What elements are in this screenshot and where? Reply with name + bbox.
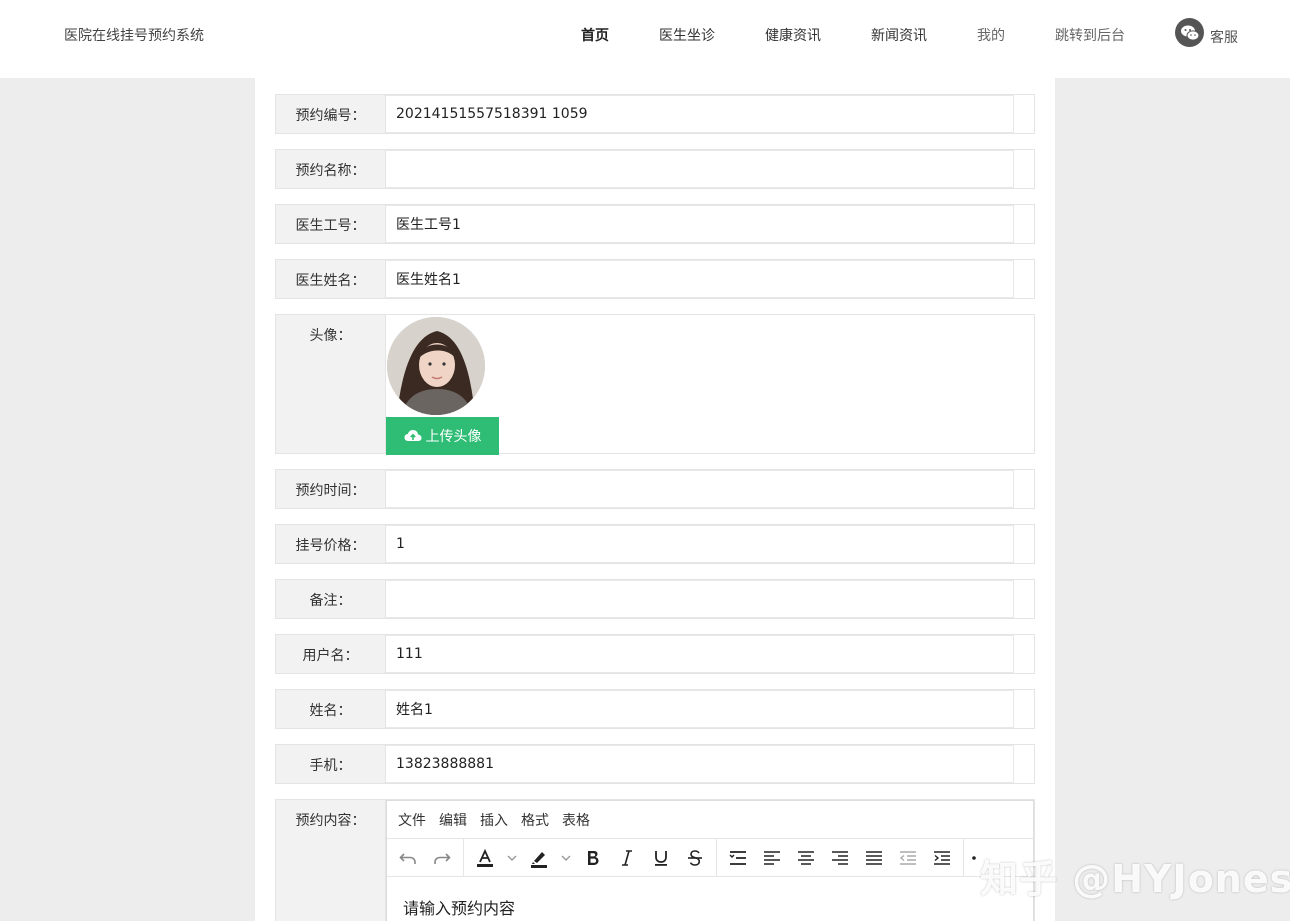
align-left-icon[interactable]: [755, 843, 789, 873]
undo-icon[interactable]: [391, 843, 425, 873]
row-appointment-name: 预约名称：: [275, 149, 1035, 189]
doctor-name-field[interactable]: 医生姓名1: [386, 260, 1014, 298]
row-avatar: 头像： 上传头像: [275, 314, 1035, 455]
row-phone: 手机： 13823888881: [275, 744, 1035, 784]
upload-avatar-label: 上传头像: [425, 429, 482, 445]
outdent-icon[interactable]: [891, 843, 925, 873]
label-appointment-name: 预约名称：: [276, 150, 386, 188]
row-price: 挂号价格： 1: [275, 524, 1035, 564]
site-brand[interactable]: 医院在线挂号预约系统: [64, 25, 204, 45]
label-doctor-id: 医生工号：: [276, 205, 386, 243]
phone-field[interactable]: 13823888881: [386, 745, 1014, 783]
text-color-icon[interactable]: [468, 843, 502, 873]
nav-news[interactable]: 新闻资讯: [871, 25, 927, 45]
zhihu-watermark: 知乎 @HYJones: [980, 857, 1290, 901]
editor-menubar: 文件 编辑 插入 格式 表格: [387, 801, 1033, 839]
row-content: 预约内容： 文件 编辑 插入 格式 表格 请输入预约内容: [275, 799, 1035, 921]
editor-content-area[interactable]: 请输入预约内容: [387, 877, 1033, 921]
menu-file[interactable]: 文件: [398, 810, 426, 830]
menu-insert[interactable]: 插入: [480, 810, 508, 830]
label-realname: 姓名：: [276, 690, 386, 728]
label-appointment-time: 预约时间：: [276, 470, 386, 508]
appointment-no-field[interactable]: 20214151557518391 1059: [386, 95, 1014, 133]
form-panel: 预约编号： 20214151557518391 1059 预约名称： 医生工号：…: [255, 78, 1055, 921]
customer-service-label: 客服: [1210, 30, 1238, 46]
row-appointment-no: 预约编号： 20214151557518391 1059: [275, 94, 1035, 134]
doctor-id-field[interactable]: 医生工号1: [386, 205, 1014, 243]
row-appointment-time: 预约时间：: [275, 469, 1035, 509]
customer-service[interactable]: 客服: [1175, 18, 1238, 47]
label-doctor-name: 医生姓名：: [276, 260, 386, 298]
cloud-upload-icon: [404, 430, 421, 441]
appointment-time-field[interactable]: [386, 470, 1014, 508]
indent-icon[interactable]: [925, 843, 959, 873]
rich-text-editor: 文件 编辑 插入 格式 表格 请输入预约内容: [386, 800, 1034, 921]
row-realname: 姓名： 姓名1: [275, 689, 1035, 729]
appointment-name-field[interactable]: [386, 150, 1014, 188]
label-avatar: 头像：: [276, 315, 386, 453]
align-right-icon[interactable]: [823, 843, 857, 873]
row-remark: 备注：: [275, 579, 1035, 619]
row-doctor-name: 医生姓名： 医生姓名1: [275, 259, 1035, 299]
top-header: 医院在线挂号预约系统 首页 医生坐诊 健康资讯 新闻资讯 我的 跳转到后台 客服: [0, 0, 1290, 78]
label-username: 用户名：: [276, 635, 386, 673]
label-price: 挂号价格：: [276, 525, 386, 563]
label-remark: 备注：: [276, 580, 386, 618]
align-center-icon[interactable]: [789, 843, 823, 873]
strikethrough-icon[interactable]: [678, 843, 712, 873]
menu-format[interactable]: 格式: [521, 810, 549, 830]
nav-doctor-schedule[interactable]: 医生坐诊: [659, 25, 715, 45]
avatar-image: [387, 317, 485, 415]
remark-field[interactable]: [386, 580, 1014, 618]
wechat-icon: [1175, 18, 1204, 47]
nav-mine[interactable]: 我的: [977, 25, 1005, 45]
label-content: 预约内容：: [276, 800, 386, 921]
menu-table[interactable]: 表格: [562, 810, 590, 830]
line-height-icon[interactable]: [721, 843, 755, 873]
nav-health-news[interactable]: 健康资讯: [765, 25, 821, 45]
highlight-chevron-down-icon[interactable]: [556, 843, 576, 873]
redo-icon[interactable]: [425, 843, 459, 873]
nav-home[interactable]: 首页: [581, 25, 609, 45]
row-doctor-id: 医生工号： 医生工号1: [275, 204, 1035, 244]
label-appointment-no: 预约编号：: [276, 95, 386, 133]
nav-admin[interactable]: 跳转到后台: [1055, 25, 1125, 45]
username-field[interactable]: 111: [386, 635, 1014, 673]
label-phone: 手机：: [276, 745, 386, 783]
editor-toolbar: [387, 839, 1033, 877]
italic-icon[interactable]: [610, 843, 644, 873]
underline-icon[interactable]: [644, 843, 678, 873]
text-color-chevron-down-icon[interactable]: [502, 843, 522, 873]
realname-field[interactable]: 姓名1: [386, 690, 1014, 728]
highlight-color-icon[interactable]: [522, 843, 556, 873]
align-justify-icon[interactable]: [857, 843, 891, 873]
row-username: 用户名： 111: [275, 634, 1035, 674]
price-field[interactable]: 1: [386, 525, 1014, 563]
menu-edit[interactable]: 编辑: [439, 810, 467, 830]
upload-avatar-button[interactable]: 上传头像: [386, 417, 499, 455]
bold-icon[interactable]: [576, 843, 610, 873]
